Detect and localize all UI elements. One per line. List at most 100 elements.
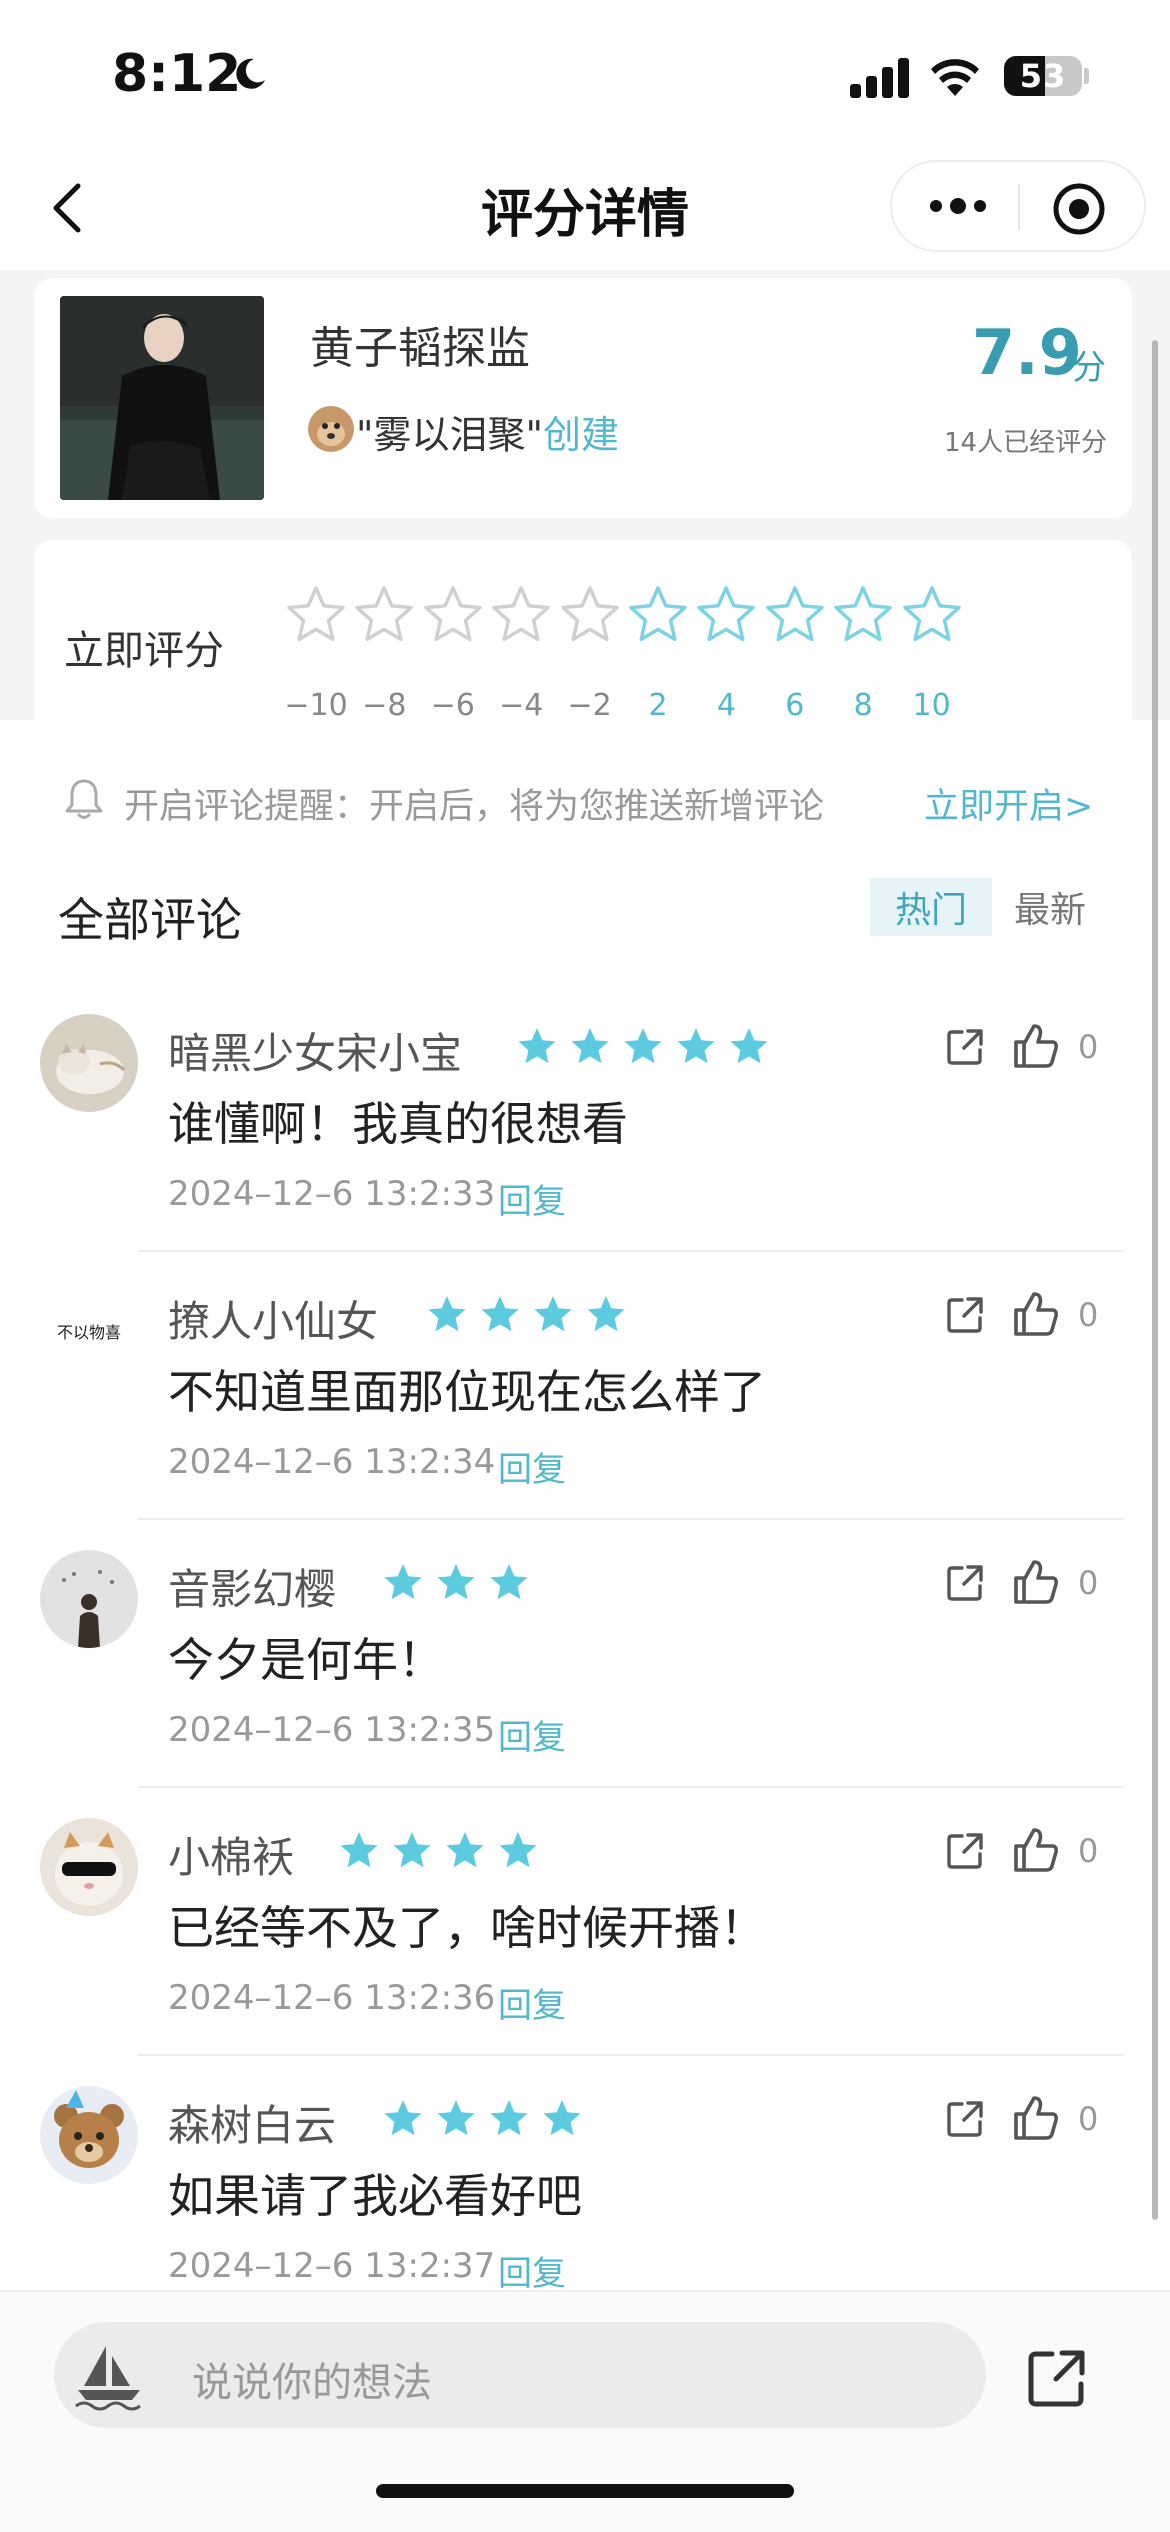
comment-text: 不知道里面那位现在怎么样了 xyxy=(168,1365,766,1419)
like-count: 0 xyxy=(1078,2100,1099,2138)
rating-star-icon[interactable] xyxy=(558,584,622,648)
comment-time: 2024–12–6 13:2:33 xyxy=(168,1174,496,1214)
reply-button[interactable]: 回复 xyxy=(498,1710,566,1759)
creator-suffix: 创建 xyxy=(542,413,619,457)
commenter-avatar[interactable]: 不以物喜 xyxy=(40,1282,138,1380)
share-icon[interactable] xyxy=(944,1830,986,1872)
creator-avatar xyxy=(308,406,354,452)
comment-divider xyxy=(138,1250,1124,1252)
score-unit: 分 xyxy=(1072,348,1106,388)
battery-nub xyxy=(1084,68,1089,84)
like-count: 0 xyxy=(1078,1296,1099,1334)
rate-now-label: 立即评分 xyxy=(64,628,224,674)
tab-latest[interactable]: 最新 xyxy=(1010,878,1090,936)
commenter-name[interactable]: 音影幻樱 xyxy=(168,1556,336,1617)
wifi-icon xyxy=(931,59,979,96)
sailboat-icon[interactable] xyxy=(66,2334,154,2416)
comment-text: 如果请了我必看好吧 xyxy=(168,2169,582,2223)
share-icon[interactable] xyxy=(944,1026,986,1068)
rating-star-icon[interactable] xyxy=(763,584,827,648)
star-filled-icon xyxy=(437,2100,475,2136)
moon-icon xyxy=(236,58,265,89)
thumbs-up-icon[interactable] xyxy=(1012,1558,1060,1606)
star-filled-icon xyxy=(393,1832,431,1868)
star-filled-icon xyxy=(437,1564,475,1600)
share-icon[interactable] xyxy=(1024,2346,1090,2412)
tab-hot[interactable]: 热门 xyxy=(870,878,992,936)
rating-scale-label: −10 xyxy=(284,688,348,723)
star-filled-icon xyxy=(340,1832,378,1868)
star-filled-icon xyxy=(428,1296,466,1332)
more-options-button[interactable] xyxy=(918,184,998,228)
comment-time: 2024–12–6 13:2:36 xyxy=(168,1978,496,2018)
rating-star-icon[interactable] xyxy=(352,584,416,648)
battery-icon: 53 xyxy=(1004,56,1082,96)
commenter-name[interactable]: 小棉袄 xyxy=(168,1824,294,1885)
rating-scale-label: 8 xyxy=(853,688,873,723)
reminder-text: 开启评论提醒：开启后，将为您推送新增评论 xyxy=(124,787,825,827)
close-miniprogram-button[interactable] xyxy=(1050,180,1108,238)
comment-stars xyxy=(382,2098,583,2140)
comment-text: 谁懂啊！我真的很想看 xyxy=(168,1097,628,1151)
comment-stars xyxy=(338,1830,539,1872)
comment-divider xyxy=(138,1518,1124,1520)
thumbs-up-icon[interactable] xyxy=(1012,1826,1060,1874)
status-time: 8:12 xyxy=(112,44,242,104)
commenter-name[interactable]: 撩人小仙女 xyxy=(168,1288,378,1349)
star-filled-icon xyxy=(518,1028,556,1064)
show-title: 黄子韬探监 xyxy=(310,323,530,374)
share-icon[interactable] xyxy=(944,1562,986,1604)
share-icon[interactable] xyxy=(944,1294,986,1336)
share-icon[interactable] xyxy=(944,2098,986,2140)
like-count: 0 xyxy=(1078,1028,1099,1066)
reply-button[interactable]: 回复 xyxy=(498,1978,566,2027)
comment-text: 已经等不及了，啥时候开播！ xyxy=(168,1901,766,1955)
rating-star-icon[interactable] xyxy=(831,584,895,648)
thumbs-up-icon[interactable] xyxy=(1012,1290,1060,1338)
battery-level: 53 xyxy=(1019,57,1067,95)
commenter-name[interactable]: 森树白云 xyxy=(168,2092,336,2153)
reply-button[interactable]: 回复 xyxy=(498,1174,566,1223)
enable-reminder-link[interactable]: 立即开启> xyxy=(924,778,1093,829)
cellular-signal-icon xyxy=(850,58,909,98)
rating-scale-label: −2 xyxy=(567,688,612,723)
rating-scale-label: 4 xyxy=(716,688,736,723)
star-filled-icon xyxy=(490,1564,528,1600)
star-filled-icon xyxy=(490,2100,528,2136)
reply-button[interactable]: 回复 xyxy=(498,1442,566,1491)
like-count: 0 xyxy=(1078,1832,1099,1870)
star-filled-icon xyxy=(384,1564,422,1600)
rating-scale-label: −4 xyxy=(499,688,544,723)
average-score: 7.9 xyxy=(972,316,1082,389)
rating-star-icon[interactable] xyxy=(489,584,553,648)
comment-divider xyxy=(138,2054,1124,2056)
thumbs-up-icon[interactable] xyxy=(1012,1022,1060,1070)
commenter-name[interactable]: 暗黑少女宋小宝 xyxy=(168,1020,462,1081)
comment-time: 2024–12–6 13:2:37 xyxy=(168,2246,496,2286)
star-filled-icon xyxy=(499,1832,537,1868)
thumbs-up-icon[interactable] xyxy=(1012,2094,1060,2142)
rating-star-icon[interactable] xyxy=(694,584,758,648)
all-comments-title: 全部评论 xyxy=(58,893,242,947)
rating-star-icon[interactable] xyxy=(284,584,348,648)
star-filled-icon xyxy=(571,1028,609,1064)
rating-star-icon[interactable] xyxy=(900,584,964,648)
reply-button[interactable]: 回复 xyxy=(498,2246,566,2295)
rating-star-icon[interactable] xyxy=(421,584,485,648)
star-filled-icon xyxy=(624,1028,662,1064)
star-filled-icon xyxy=(543,2100,581,2136)
capsule-divider xyxy=(1018,184,1020,230)
rated-count: 14人已经评分 xyxy=(944,428,1108,458)
rating-scale-label: 10 xyxy=(912,688,951,723)
show-poster xyxy=(60,296,264,500)
rating-scale-label: 2 xyxy=(648,688,668,723)
like-count: 0 xyxy=(1078,1564,1099,1602)
commenter-avatar[interactable] xyxy=(40,1818,138,1916)
star-filled-icon xyxy=(677,1028,715,1064)
scrollbar[interactable] xyxy=(1152,340,1158,2220)
commenter-avatar[interactable] xyxy=(40,2086,138,2184)
commenter-avatar[interactable] xyxy=(40,1014,138,1112)
star-filled-icon xyxy=(384,2100,422,2136)
rating-star-icon[interactable] xyxy=(626,584,690,648)
commenter-avatar[interactable] xyxy=(40,1550,138,1648)
